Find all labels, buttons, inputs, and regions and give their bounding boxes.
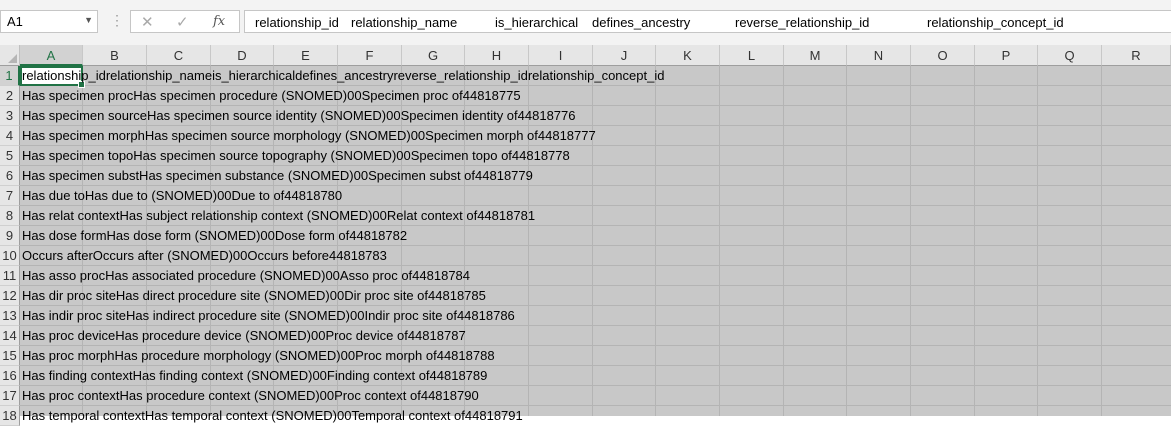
column-header-p[interactable]: P xyxy=(975,45,1038,66)
formula-text-segment: relationship_concept_id xyxy=(927,15,1064,30)
formula-text-segment: reverse_relationship_id xyxy=(735,15,870,30)
gridline xyxy=(910,66,911,416)
cell-text-row-14[interactable]: Has proc deviceHas procedure device (SNO… xyxy=(22,326,466,346)
cell-text-row-18[interactable]: Has temporal contextHas temporal context… xyxy=(22,406,523,426)
column-header-f[interactable]: F xyxy=(338,45,402,66)
cell-text-row-9[interactable]: Has dose formHas dose form (SNOMED)00Dos… xyxy=(22,226,407,246)
column-header-h[interactable]: H xyxy=(465,45,529,66)
column-header-a[interactable]: A xyxy=(20,45,83,66)
enter-check-icon[interactable]: ✓ xyxy=(176,13,189,31)
row-header[interactable]: 3 xyxy=(0,106,20,126)
column-header-k[interactable]: K xyxy=(656,45,720,66)
row-header[interactable]: 6 xyxy=(0,166,20,186)
column-header-n[interactable]: N xyxy=(847,45,911,66)
cell-text-row-1[interactable]: relationship_idrelationship_nameis_hiera… xyxy=(22,66,664,86)
column-header-q[interactable]: Q xyxy=(1038,45,1102,66)
cell-text-row-16[interactable]: Has finding contextHas finding context (… xyxy=(22,366,487,386)
cell-text-row-4[interactable]: Has specimen morphHas specimen source mo… xyxy=(22,126,596,146)
gridline xyxy=(592,66,593,416)
column-header-b[interactable]: B xyxy=(83,45,147,66)
row-header[interactable]: 13 xyxy=(0,306,20,326)
gridline xyxy=(1101,66,1102,416)
cell-text-row-3[interactable]: Has specimen sourceHas specimen source i… xyxy=(22,106,576,126)
row-header[interactable]: 17 xyxy=(0,386,20,406)
cell-text-row-15[interactable]: Has proc morphHas procedure morphology (… xyxy=(22,346,495,366)
row-header[interactable]: 4 xyxy=(0,126,20,146)
column-header-e[interactable]: E xyxy=(274,45,338,66)
cell-text-row-5[interactable]: Has specimen topoHas specimen source top… xyxy=(22,146,570,166)
column-header-i[interactable]: I xyxy=(529,45,593,66)
insert-function-icon[interactable]: fx xyxy=(213,14,225,29)
column-header-o[interactable]: O xyxy=(911,45,975,66)
formula-text-segment: defines_ancestry xyxy=(592,15,691,30)
row-header[interactable]: 2 xyxy=(0,86,20,106)
formula-input[interactable]: relationship_id relationship_name is_hie… xyxy=(244,10,1171,33)
cell-text-row-2[interactable]: Has specimen procHas specimen procedure … xyxy=(22,86,521,106)
column-header-r[interactable]: R xyxy=(1102,45,1171,66)
worksheet-grid[interactable]: A B C D E F G H I J K L M N O P Q R 1 2 … xyxy=(0,45,1171,426)
cell-text-row-13[interactable]: Has indir proc siteHas indirect procedur… xyxy=(22,306,515,326)
gridline xyxy=(783,66,784,416)
column-header-m[interactable]: M xyxy=(784,45,847,66)
formula-bar-drag-handle-icon[interactable]: ⋮ xyxy=(110,12,124,29)
gridline xyxy=(655,66,656,416)
name-box[interactable]: A1 ▼ xyxy=(0,10,98,33)
gridline xyxy=(719,66,720,416)
row-header[interactable]: 14 xyxy=(0,326,20,346)
gridline xyxy=(1037,66,1038,416)
cell-text-row-7[interactable]: Has due toHas due to (SNOMED)00Due to of… xyxy=(22,186,342,206)
cell-text-row-8[interactable]: Has relat contextHas subject relationshi… xyxy=(22,206,535,226)
row-header[interactable]: 18 xyxy=(0,406,20,426)
cell-text-row-6[interactable]: Has specimen substHas specimen substance… xyxy=(22,166,533,186)
cell-text-row-11[interactable]: Has asso procHas associated procedure (S… xyxy=(22,266,470,286)
cell-text-row-12[interactable]: Has dir proc siteHas direct procedure si… xyxy=(22,286,486,306)
gridline xyxy=(974,66,975,416)
column-header-g[interactable]: G xyxy=(402,45,465,66)
name-box-value: A1 xyxy=(7,14,23,29)
row-header[interactable]: 11 xyxy=(0,266,20,286)
row-header[interactable]: 8 xyxy=(0,206,20,226)
row-header[interactable]: 7 xyxy=(0,186,20,206)
row-header[interactable]: 1 xyxy=(0,66,20,86)
column-headers: A B C D E F G H I J K L M N O P Q R xyxy=(20,45,1171,66)
gridline xyxy=(846,66,847,416)
row-header[interactable]: 15 xyxy=(0,346,20,366)
column-header-j[interactable]: J xyxy=(593,45,656,66)
column-header-l[interactable]: L xyxy=(720,45,784,66)
row-header[interactable]: 12 xyxy=(0,286,20,306)
name-box-dropdown-icon[interactable]: ▼ xyxy=(84,15,93,25)
row-header[interactable]: 5 xyxy=(0,146,20,166)
row-header[interactable]: 10 xyxy=(0,246,20,266)
formula-text-segment: relationship_name xyxy=(351,15,458,30)
row-header[interactable]: 9 xyxy=(0,226,20,246)
formula-text-segment: relationship_id xyxy=(255,15,339,30)
formula-buttons: ✕ ✓ fx xyxy=(130,10,240,33)
formula-bar-row: A1 ▼ ⋮ ✕ ✓ fx relationship_id relationsh… xyxy=(0,0,1171,45)
cell-text-row-10[interactable]: Occurs afterOccurs after (SNOMED)00Occur… xyxy=(22,246,387,266)
column-header-c[interactable]: C xyxy=(147,45,211,66)
cancel-icon[interactable]: ✕ xyxy=(141,13,154,31)
formula-text-segment: is_hierarchical xyxy=(495,15,579,30)
column-header-d[interactable]: D xyxy=(211,45,274,66)
select-all-button[interactable] xyxy=(0,45,20,66)
row-header[interactable]: 16 xyxy=(0,366,20,386)
cell-text-row-17[interactable]: Has proc contextHas procedure context (S… xyxy=(22,386,479,406)
